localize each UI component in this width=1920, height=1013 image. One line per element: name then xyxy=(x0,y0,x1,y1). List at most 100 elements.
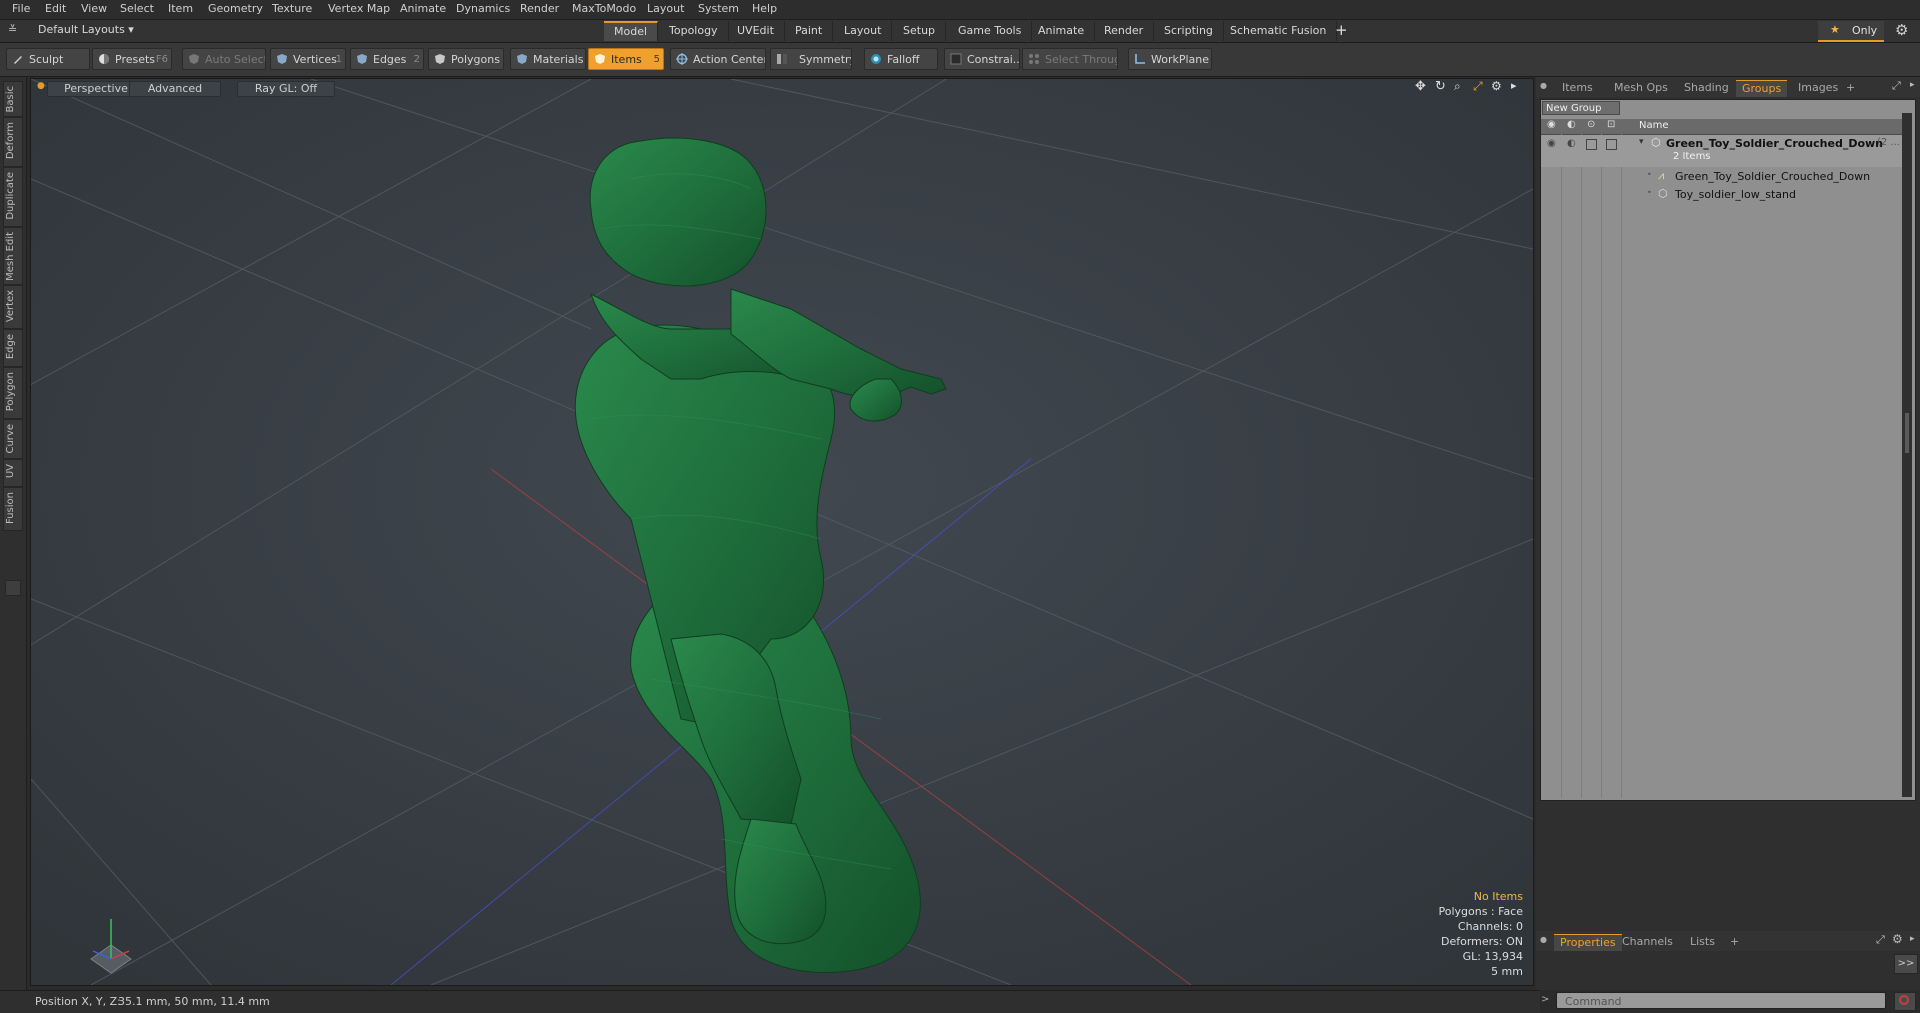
raygl-toggle[interactable]: Ray GL: Off xyxy=(237,81,335,97)
tab-add[interactable]: + xyxy=(1840,80,1861,96)
shading-mode-advanced[interactable]: Advanced xyxy=(129,81,221,97)
menu-render[interactable]: Render xyxy=(520,2,559,15)
presets-button[interactable]: Presets F6 xyxy=(92,48,172,70)
expand-panel-icon[interactable]: ⤢ xyxy=(1892,79,1901,93)
lock-toggle[interactable] xyxy=(1586,139,1597,150)
menu-file[interactable]: File xyxy=(12,2,30,15)
polygons-button[interactable]: Polygons xyxy=(428,48,504,70)
properties-menu-dot[interactable]: ● xyxy=(1540,935,1547,944)
menu-edit[interactable]: Edit xyxy=(45,2,66,15)
tab-images[interactable]: Images xyxy=(1792,80,1844,96)
tab-setup[interactable]: Setup xyxy=(893,21,947,41)
tab-topology[interactable]: Topology xyxy=(659,21,729,41)
only-toggle[interactable]: ★ Only xyxy=(1818,21,1884,42)
vtab-uv[interactable]: UV xyxy=(3,459,23,487)
rotate-view-icon[interactable]: ↻ xyxy=(1435,79,1446,94)
tab-add-bottom[interactable]: + xyxy=(1724,934,1745,950)
tab-game-tools[interactable]: Game Tools xyxy=(948,21,1033,41)
tab-animate[interactable]: Animate xyxy=(1028,21,1096,41)
tab-properties[interactable]: Properties xyxy=(1554,934,1622,951)
workplane-button[interactable]: WorkPlane xyxy=(1128,48,1212,70)
falloff-button[interactable]: Falloff xyxy=(864,48,938,70)
tab-groups[interactable]: Groups xyxy=(1736,80,1788,97)
menu-system[interactable]: System xyxy=(698,2,739,15)
tab-items[interactable]: Items xyxy=(1556,80,1599,96)
menu-layout[interactable]: Layout xyxy=(647,2,684,15)
add-tab-button[interactable]: + xyxy=(1335,21,1348,39)
tab-paint[interactable]: Paint xyxy=(785,21,834,41)
select-toggle[interactable] xyxy=(1606,139,1617,150)
menu-view[interactable]: View xyxy=(81,2,107,15)
fit-view-icon[interactable]: ⤢ xyxy=(1473,79,1483,94)
sculpt-button[interactable]: Sculpt xyxy=(6,48,90,70)
tab-lists[interactable]: Lists xyxy=(1684,934,1721,950)
expand-arrow-icon[interactable]: ▾ xyxy=(1639,137,1644,147)
symmetry-button[interactable]: Symmetry xyxy=(770,48,852,70)
move-view-icon[interactable]: ✥ xyxy=(1415,79,1426,94)
properties-expand-button[interactable]: >> xyxy=(1894,954,1918,974)
layout-preset-dropdown[interactable]: Default Layouts ▾ xyxy=(38,23,134,36)
viewport-settings-icon[interactable]: ⚙ xyxy=(1491,79,1502,93)
expand-properties-icon[interactable]: ⤢ xyxy=(1876,933,1885,947)
lock-col-icon[interactable]: ⊙ xyxy=(1587,119,1595,130)
panel-menu-dot[interactable]: ● xyxy=(1540,81,1547,90)
menu-dynamics[interactable]: Dynamics xyxy=(456,2,510,15)
3d-viewport[interactable]: ● Perspective Advanced Ray GL: Off ✥ ↻ ⌕… xyxy=(30,78,1534,986)
auto-select-button[interactable]: Auto Select xyxy=(182,48,266,70)
eye-icon[interactable]: ◉ xyxy=(1547,138,1556,149)
select-col-icon[interactable]: ⊡ xyxy=(1607,119,1615,130)
action-center-button[interactable]: Action Center xyxy=(670,48,766,70)
vtab-vertex[interactable]: Vertex xyxy=(3,285,23,329)
name-column-header[interactable]: Name xyxy=(1639,120,1669,131)
vtab-basic[interactable]: Basic xyxy=(3,81,23,117)
vtab-fusion[interactable]: Fusion xyxy=(3,487,23,531)
collapse-icon[interactable]: ≚ xyxy=(8,23,17,36)
menu-select[interactable]: Select xyxy=(120,2,154,15)
properties-arrow-icon[interactable]: ▸ xyxy=(1910,934,1915,944)
select-through-button[interactable]: Select Through xyxy=(1022,48,1118,70)
vtab-curve[interactable]: Curve xyxy=(3,419,23,459)
tab-schematic-fusion[interactable]: Schematic Fusion xyxy=(1220,21,1338,41)
zoom-view-icon[interactable]: ⌕ xyxy=(1454,79,1461,94)
gear-icon[interactable]: ⚙ xyxy=(1895,21,1908,39)
render-toggle-icon[interactable]: ◐ xyxy=(1567,138,1576,149)
menu-geometry[interactable]: Geometry xyxy=(208,2,263,15)
tab-shading[interactable]: Shading xyxy=(1678,80,1735,96)
tab-model[interactable]: Model xyxy=(604,21,659,41)
menu-vertex-map[interactable]: Vertex Map xyxy=(328,2,390,15)
edges-button[interactable]: Edges 2 xyxy=(350,48,424,70)
groups-scrollbar[interactable] xyxy=(1902,113,1912,797)
command-input[interactable]: Command xyxy=(1556,992,1886,1009)
vtab-edge[interactable]: Edge xyxy=(3,329,23,367)
toggle-panel-button[interactable] xyxy=(5,580,21,596)
items-button[interactable]: Items 5 xyxy=(588,48,664,70)
viewport-more-icon[interactable]: ▸ xyxy=(1511,79,1517,92)
materials-button[interactable]: Materials xyxy=(510,48,586,70)
vtab-polygon[interactable]: Polygon xyxy=(3,367,23,419)
constrain-button[interactable]: Constrai... xyxy=(944,48,1020,70)
tree-item-stand[interactable]: • ⬡ Toy_soldier_low_stand xyxy=(1541,186,1905,203)
menu-animate[interactable]: Animate xyxy=(400,2,446,15)
tab-scripting[interactable]: Scripting xyxy=(1154,21,1224,41)
viewport-menu-dot[interactable]: ● xyxy=(37,81,45,91)
vtab-mesh-edit[interactable]: Mesh Edit xyxy=(3,227,23,285)
viewport-scene[interactable] xyxy=(31,79,1533,985)
vertices-button[interactable]: Vertices 1 xyxy=(270,48,346,70)
vtab-duplicate[interactable]: Duplicate xyxy=(3,167,23,227)
render-col-icon[interactable]: ◐ xyxy=(1567,119,1576,130)
vtab-deform[interactable]: Deform xyxy=(3,117,23,167)
tree-item-mesh[interactable]: • ⩘ Green_Toy_Soldier_Crouched_Down xyxy=(1541,168,1905,185)
menu-item[interactable]: Item xyxy=(168,2,193,15)
menu-maxtomodo[interactable]: MaxToModo xyxy=(572,2,636,15)
panel-arrow-icon[interactable]: ▸ xyxy=(1910,80,1915,90)
visibility-col-icon[interactable]: ◉ xyxy=(1547,119,1556,130)
menu-help[interactable]: Help xyxy=(752,2,777,15)
command-record-button[interactable] xyxy=(1894,992,1916,1011)
menu-texture[interactable]: Texture xyxy=(272,2,312,15)
new-group-button[interactable]: New Group xyxy=(1542,101,1620,115)
tab-channels[interactable]: Channels xyxy=(1616,934,1679,950)
group-row[interactable]: ◉ ◐ ▾ ⬡ Green_Toy_Soldier_Crouched_Down … xyxy=(1541,135,1905,167)
properties-gear-icon[interactable]: ⚙ xyxy=(1892,932,1903,946)
tab-layout[interactable]: Layout xyxy=(834,21,893,41)
tab-render[interactable]: Render xyxy=(1094,21,1155,41)
